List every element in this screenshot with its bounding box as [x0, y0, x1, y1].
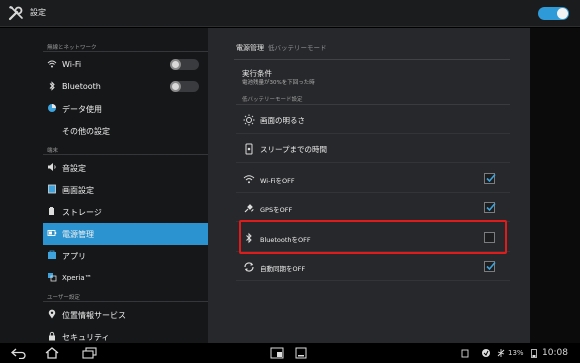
battery-percent: 13%	[508, 349, 524, 357]
apps-icon	[48, 250, 56, 259]
sidebar-item-storage[interactable]: ストレージ	[43, 201, 208, 223]
sidebar-item-xperia[interactable]: Xperia™	[43, 267, 208, 289]
wifi-off-checkbox[interactable]	[484, 173, 496, 184]
toggle-knob	[170, 81, 181, 92]
app-title: 設定	[30, 8, 46, 17]
sidebar-item-label: ストレージ	[62, 208, 102, 217]
sidebar-item-label: Bluetooth	[62, 82, 101, 91]
action-bar: 設定	[0, 0, 580, 27]
gps-icon	[244, 204, 254, 213]
home-icon[interactable]	[44, 347, 60, 359]
sidebar-item-power-management[interactable]: 電源管理	[43, 223, 208, 245]
sleep-timer-icon	[245, 143, 253, 155]
settings-list[interactable]: 無線とネットワーク Wi-Fi Bluetooth データ使用 その他の設定 端…	[0, 28, 208, 343]
back-icon[interactable]	[10, 347, 28, 359]
signal-off-icon	[497, 349, 505, 357]
breadcrumb-title: 電源管理	[236, 44, 264, 52]
sidebar-item-sound[interactable]: 音設定	[43, 157, 208, 179]
sidebar-item-label: 電源管理	[62, 230, 94, 239]
low-battery-mode-toggle[interactable]	[538, 7, 569, 20]
setting-row-auto-sync-off[interactable]: 自動同期をOFF	[236, 253, 510, 281]
lock-icon	[49, 331, 55, 341]
sidebar-item-label: データ使用	[62, 105, 102, 114]
sidebar-item-label: 画面設定	[62, 186, 94, 195]
checkmark-icon	[486, 173, 496, 183]
recent-apps-icon[interactable]	[82, 347, 98, 359]
sidebar-item-label: セキュリティ	[62, 333, 110, 342]
location-icon	[48, 309, 56, 319]
sidebar-item-label: 位置情報サービス	[62, 311, 126, 320]
brightness-icon	[243, 114, 255, 126]
sidebar-item-data-usage[interactable]: データ使用	[43, 98, 208, 120]
battery-icon	[47, 230, 57, 236]
section-header-wireless: 無線とネットワーク	[47, 45, 97, 51]
auto-sync-off-checkbox[interactable]	[484, 261, 496, 272]
sidebar-item-bluetooth[interactable]: Bluetooth	[43, 76, 208, 98]
condition-subtitle: 電池残量が30%を下回った時	[242, 80, 315, 86]
small-app-icon[interactable]	[270, 347, 284, 359]
display-icon	[48, 184, 56, 194]
notification-icon[interactable]	[461, 349, 469, 358]
system-nav-bar: 13% 10:08	[0, 343, 580, 363]
sidebar-item-label: Xperia™	[62, 274, 92, 282]
divider	[236, 104, 510, 105]
gps-off-checkbox[interactable]	[484, 202, 496, 213]
setting-row-wifi-off[interactable]: Wi-FiをOFF	[236, 165, 510, 193]
sidebar-item-security[interactable]: セキュリティ	[43, 326, 208, 343]
setting-label: 画面の明るさ	[260, 116, 305, 125]
wrench-screwdriver-icon[interactable]	[7, 4, 25, 22]
bluetooth-highlight-box	[239, 220, 507, 254]
setting-label: 自動同期をOFF	[260, 265, 306, 273]
sync-icon	[244, 262, 254, 272]
screenshot-icon[interactable]	[294, 347, 308, 359]
wifi-icon	[47, 60, 57, 68]
toggle-knob	[557, 8, 568, 19]
setting-label: スリープまでの時間	[260, 145, 328, 154]
section-header-device: 端末	[47, 148, 59, 154]
setting-row-gps-off[interactable]: GPSをOFF	[236, 194, 510, 222]
group-label: 低バッテリーモード設定	[242, 97, 303, 103]
divider	[234, 59, 510, 60]
setting-label: Wi-FiをOFF	[260, 177, 295, 185]
setting-label: GPSをOFF	[260, 206, 293, 214]
section-header-user: ユーザー設定	[47, 295, 80, 301]
breadcrumb-sub: 低バッテリーモード	[268, 44, 327, 52]
sidebar-item-label: アプリ	[62, 252, 86, 261]
checkmark-icon	[486, 202, 496, 212]
setting-row-sleep[interactable]: スリープまでの時間	[236, 135, 510, 163]
setting-row-brightness[interactable]: 画面の明るさ	[236, 106, 510, 134]
sidebar-item-more-settings[interactable]: その他の設定	[43, 120, 208, 142]
wifi-icon	[243, 175, 255, 184]
divider	[43, 154, 208, 155]
sidebar-item-location[interactable]: 位置情報サービス	[43, 304, 208, 326]
checkmark-icon	[486, 261, 496, 271]
sidebar-item-label: Wi-Fi	[62, 60, 82, 69]
xperia-icon	[48, 273, 57, 282]
storage-icon	[49, 207, 54, 215]
sidebar-item-label: 音設定	[62, 164, 86, 173]
divider	[43, 51, 208, 52]
bluetooth-toggle[interactable]	[170, 81, 199, 92]
wifi-toggle[interactable]	[170, 59, 199, 70]
sidebar-item-apps[interactable]: アプリ	[43, 245, 208, 267]
detail-pane: 電源管理 低バッテリーモード 実行条件 電池残量が30%を下回った時 低バッテリー…	[208, 28, 580, 343]
speaker-icon	[48, 163, 56, 171]
bluetooth-icon	[49, 81, 55, 91]
breadcrumb: 電源管理 低バッテリーモード	[236, 42, 327, 53]
data-usage-icon	[48, 104, 56, 112]
toggle-knob	[170, 59, 181, 70]
sync-status-icon	[482, 349, 490, 357]
sidebar-item-display[interactable]: 画面設定	[43, 179, 208, 201]
battery-status-icon	[531, 349, 537, 358]
clock: 10:08	[542, 348, 568, 358]
sidebar-item-wifi[interactable]: Wi-Fi	[43, 54, 208, 76]
sidebar-item-label: その他の設定	[62, 127, 110, 136]
divider	[43, 301, 208, 302]
